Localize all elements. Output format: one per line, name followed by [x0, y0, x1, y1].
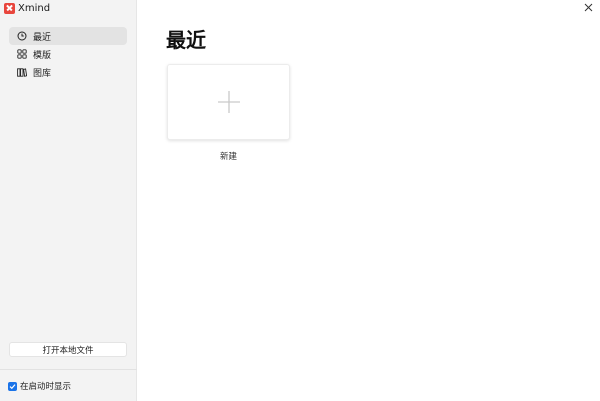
sidebar-nav: 最近 模版 图库	[9, 27, 127, 81]
sidebar: Xmind 最近 模版 图库 打开本地文件 在启动时显示	[0, 0, 137, 401]
app-name: Xmind	[18, 2, 51, 14]
xmind-logo-icon	[4, 2, 15, 14]
close-button[interactable]	[582, 1, 594, 13]
sidebar-item-label: 图库	[33, 68, 52, 79]
sidebar-divider	[0, 369, 137, 370]
new-file-label: 新建	[219, 152, 237, 162]
main-panel: 最近 新建	[137, 0, 600, 401]
page-title: 最近	[166, 28, 206, 52]
open-local-file-button[interactable]: 打开本地文件	[9, 342, 127, 357]
sidebar-item-label: 模版	[33, 50, 52, 61]
app-window: Xmind 最近 模版 图库 打开本地文件 在启动时显示 最近 新建	[0, 0, 600, 401]
sidebar-item-templates[interactable]: 模版	[9, 45, 127, 63]
sidebar-item-recent[interactable]: 最近	[9, 27, 127, 45]
template-grid-icon	[17, 49, 27, 59]
check-icon	[9, 383, 16, 389]
clock-icon	[17, 31, 27, 41]
brand: Xmind	[4, 1, 50, 15]
show-on-startup-checkbox[interactable]	[8, 381, 17, 391]
library-icon	[17, 67, 27, 77]
close-icon	[584, 3, 592, 11]
sidebar-item-library[interactable]: 图库	[9, 63, 127, 81]
new-file-card[interactable]	[167, 64, 290, 140]
show-on-startup-label: 在启动时显示	[20, 382, 72, 392]
show-on-startup[interactable]: 在启动时显示	[8, 380, 71, 392]
plus-icon	[217, 91, 240, 113]
sidebar-item-label: 最近	[33, 32, 52, 43]
